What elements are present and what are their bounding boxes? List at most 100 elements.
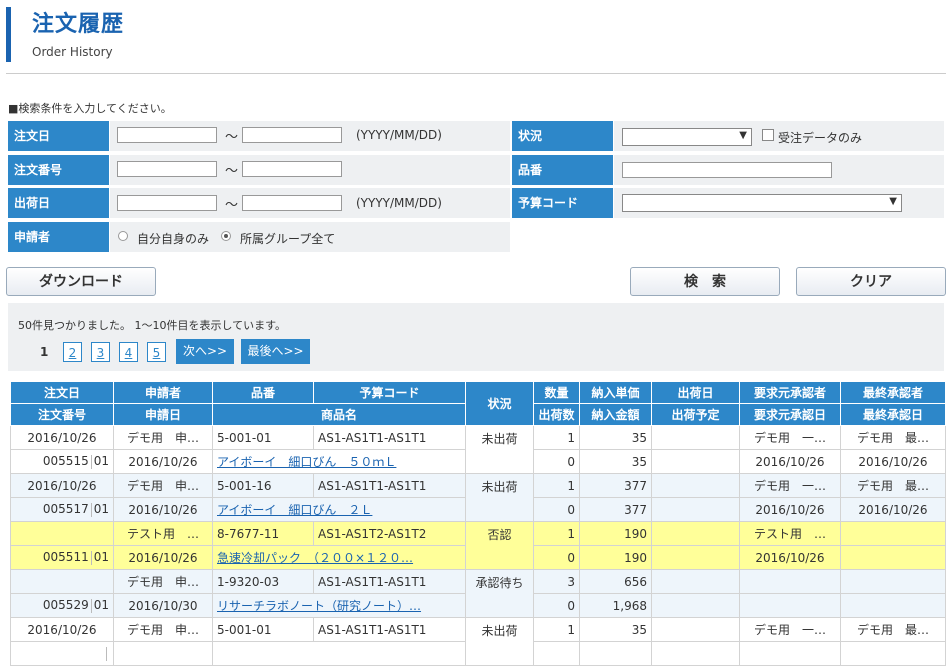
amount-cell	[579, 641, 652, 666]
product-name-cell: アイボーイ 細口びん ５０ｍＬ	[212, 449, 466, 474]
order-no: 005517	[42, 502, 89, 517]
ship-qty-cell	[533, 641, 580, 666]
last-page-button[interactable]: 最後へ>>	[241, 339, 310, 364]
page-link-3[interactable]: 3	[91, 342, 110, 362]
col-req-approver[interactable]: 要求元承認者	[739, 381, 841, 404]
clear-button[interactable]: クリア	[796, 267, 946, 296]
ship-date-cell	[651, 569, 740, 594]
status-select[interactable]: ▼	[622, 128, 752, 146]
part-no-cell: 1-9320-03	[212, 569, 314, 594]
order-no-separator	[90, 598, 92, 613]
col-req-approve-date[interactable]: 要求元承認日	[739, 403, 841, 426]
order-sub-no: 01	[93, 598, 109, 613]
col-ship-plan[interactable]: 出荷予定	[651, 403, 740, 426]
final-approve-date-cell	[840, 593, 946, 618]
amount-cell: 190	[579, 545, 652, 570]
applicant-cell: デモ用 申…	[113, 425, 213, 450]
page-link-5[interactable]: 5	[147, 342, 166, 362]
title-accent-bar	[6, 7, 11, 62]
part-no-input[interactable]	[622, 162, 832, 178]
order-no-label: 注文番号	[8, 155, 109, 185]
req-approve-date-cell: 2016/10/26	[739, 497, 841, 522]
order-row-top: テスト用 … 8-7677-11 AS1-AS1T2-AS1T2 否認 1 190 テスト用…	[10, 521, 946, 570]
order-date-to-input[interactable]	[242, 127, 342, 143]
part-no-cell: 5-001-16	[212, 473, 314, 498]
next-page-button[interactable]: 次へ>>	[176, 339, 234, 364]
search-button[interactable]: 検 索	[630, 267, 780, 296]
product-name-cell: リサーチラボノート（研究ノート）…	[212, 593, 466, 618]
req-approver-cell	[739, 569, 841, 594]
page-subtitle: Order History	[32, 45, 113, 59]
amount-cell: 35	[579, 449, 652, 474]
applicant-self-radio[interactable]	[118, 231, 128, 241]
order-no-from-input[interactable]	[117, 161, 217, 177]
budget-code-cell: AS1-AS1T1-AS1T1	[313, 569, 466, 594]
ship-date-cell	[651, 473, 740, 498]
dropdown-arrow-icon: ▼	[739, 130, 747, 141]
status-cell: 承認待ち	[465, 569, 534, 618]
ship-date-cell	[651, 425, 740, 450]
budget-code-cell: AS1-AS1T1-AS1T1	[313, 425, 466, 450]
ship-date-cell	[651, 617, 740, 642]
product-link[interactable]: アイボーイ 細口びん ２Ｌ	[217, 503, 372, 517]
col-status[interactable]: 状況	[465, 381, 534, 426]
page-title: 注文履歴	[32, 12, 125, 37]
budget-code-cell: AS1-AS1T1-AS1T1	[313, 473, 466, 498]
ship-plan-cell	[651, 641, 740, 666]
col-ship-qty[interactable]: 出荷数	[533, 403, 580, 426]
order-date-from-input[interactable]	[117, 127, 217, 143]
results-count-message: 50件見つかりました。 1～10件目を表示しています。	[18, 319, 287, 332]
ship-qty-cell: 0	[533, 497, 580, 522]
received-only-label: 受注データのみ	[778, 131, 863, 145]
req-approver-cell: デモ用 一…	[739, 425, 841, 450]
col-order-no[interactable]: 注文番号	[10, 403, 114, 426]
applicant-group-label: 所属グループ全て	[240, 232, 336, 246]
col-applicant[interactable]: 申請者	[113, 381, 213, 404]
order-no: 005529	[42, 598, 89, 613]
col-part-no[interactable]: 品番	[212, 381, 314, 404]
final-approver-cell	[840, 569, 946, 594]
product-link[interactable]: リサーチラボノート（研究ノート）…	[217, 599, 421, 613]
col-ship-date[interactable]: 出荷日	[651, 381, 740, 404]
budget-code-select[interactable]: ▼	[622, 194, 902, 212]
download-button[interactable]: ダウンロード	[6, 267, 156, 296]
status-cell: 否認	[465, 521, 534, 570]
col-final-approver[interactable]: 最終承認者	[840, 381, 946, 404]
applicant-cell: デモ用 申…	[113, 617, 213, 642]
order-no-separator	[90, 550, 92, 565]
product-link[interactable]: 急速冷却パック （２００×１２０…	[217, 551, 413, 565]
col-amount[interactable]: 納入金額	[579, 403, 652, 426]
order-no-to-input[interactable]	[242, 161, 342, 177]
page-link-2[interactable]: 2	[63, 342, 82, 362]
part-no-cell: 8-7677-11	[212, 521, 314, 546]
order-no-tilde: ～	[225, 164, 239, 179]
req-approve-date-cell: 2016/10/26	[739, 449, 841, 474]
col-apply-date[interactable]: 申請日	[113, 403, 213, 426]
order-no-cell	[10, 641, 114, 666]
order-date-tilde: ～	[225, 130, 239, 145]
order-row-top: 2016/10/26 デモ用 申… 5-001-01 AS1-AS1T1-AS1T1 未…	[10, 425, 946, 474]
qty-cell: 3	[533, 569, 580, 594]
ship-date-from-input[interactable]	[117, 195, 217, 211]
ship-date-to-input[interactable]	[242, 195, 342, 211]
applicant-group-radio[interactable]	[221, 231, 231, 241]
col-unit-price[interactable]: 納入単価	[579, 381, 652, 404]
col-final-approve-date[interactable]: 最終承認日	[840, 403, 946, 426]
col-budget-code[interactable]: 予算コード	[313, 381, 466, 404]
ship-date-tilde: ～	[225, 198, 239, 213]
order-table-body: 2016/10/26 デモ用 申… 5-001-01 AS1-AS1T1-AS1T1 未…	[10, 425, 946, 666]
col-product-name[interactable]: 商品名	[212, 403, 466, 426]
page-link-4[interactable]: 4	[119, 342, 138, 362]
col-qty[interactable]: 数量	[533, 381, 580, 404]
unit-price-cell: 656	[579, 569, 652, 594]
req-approve-date-cell	[739, 641, 841, 666]
status-cell: 未出荷	[465, 617, 534, 666]
qty-cell: 1	[533, 425, 580, 450]
col-order-date[interactable]: 注文日	[10, 381, 114, 404]
received-only-checkbox[interactable]	[762, 129, 774, 141]
product-link[interactable]: アイボーイ 細口びん ５０ｍＬ	[217, 455, 396, 469]
order-date-label: 注文日	[8, 121, 109, 151]
order-row-top: 2016/10/26 デモ用 申… 5-001-16 AS1-AS1T1-AS1T1 未…	[10, 473, 946, 522]
budget-code-label: 予算コード	[512, 188, 613, 218]
final-approve-date-cell: 2016/10/26	[840, 497, 946, 522]
